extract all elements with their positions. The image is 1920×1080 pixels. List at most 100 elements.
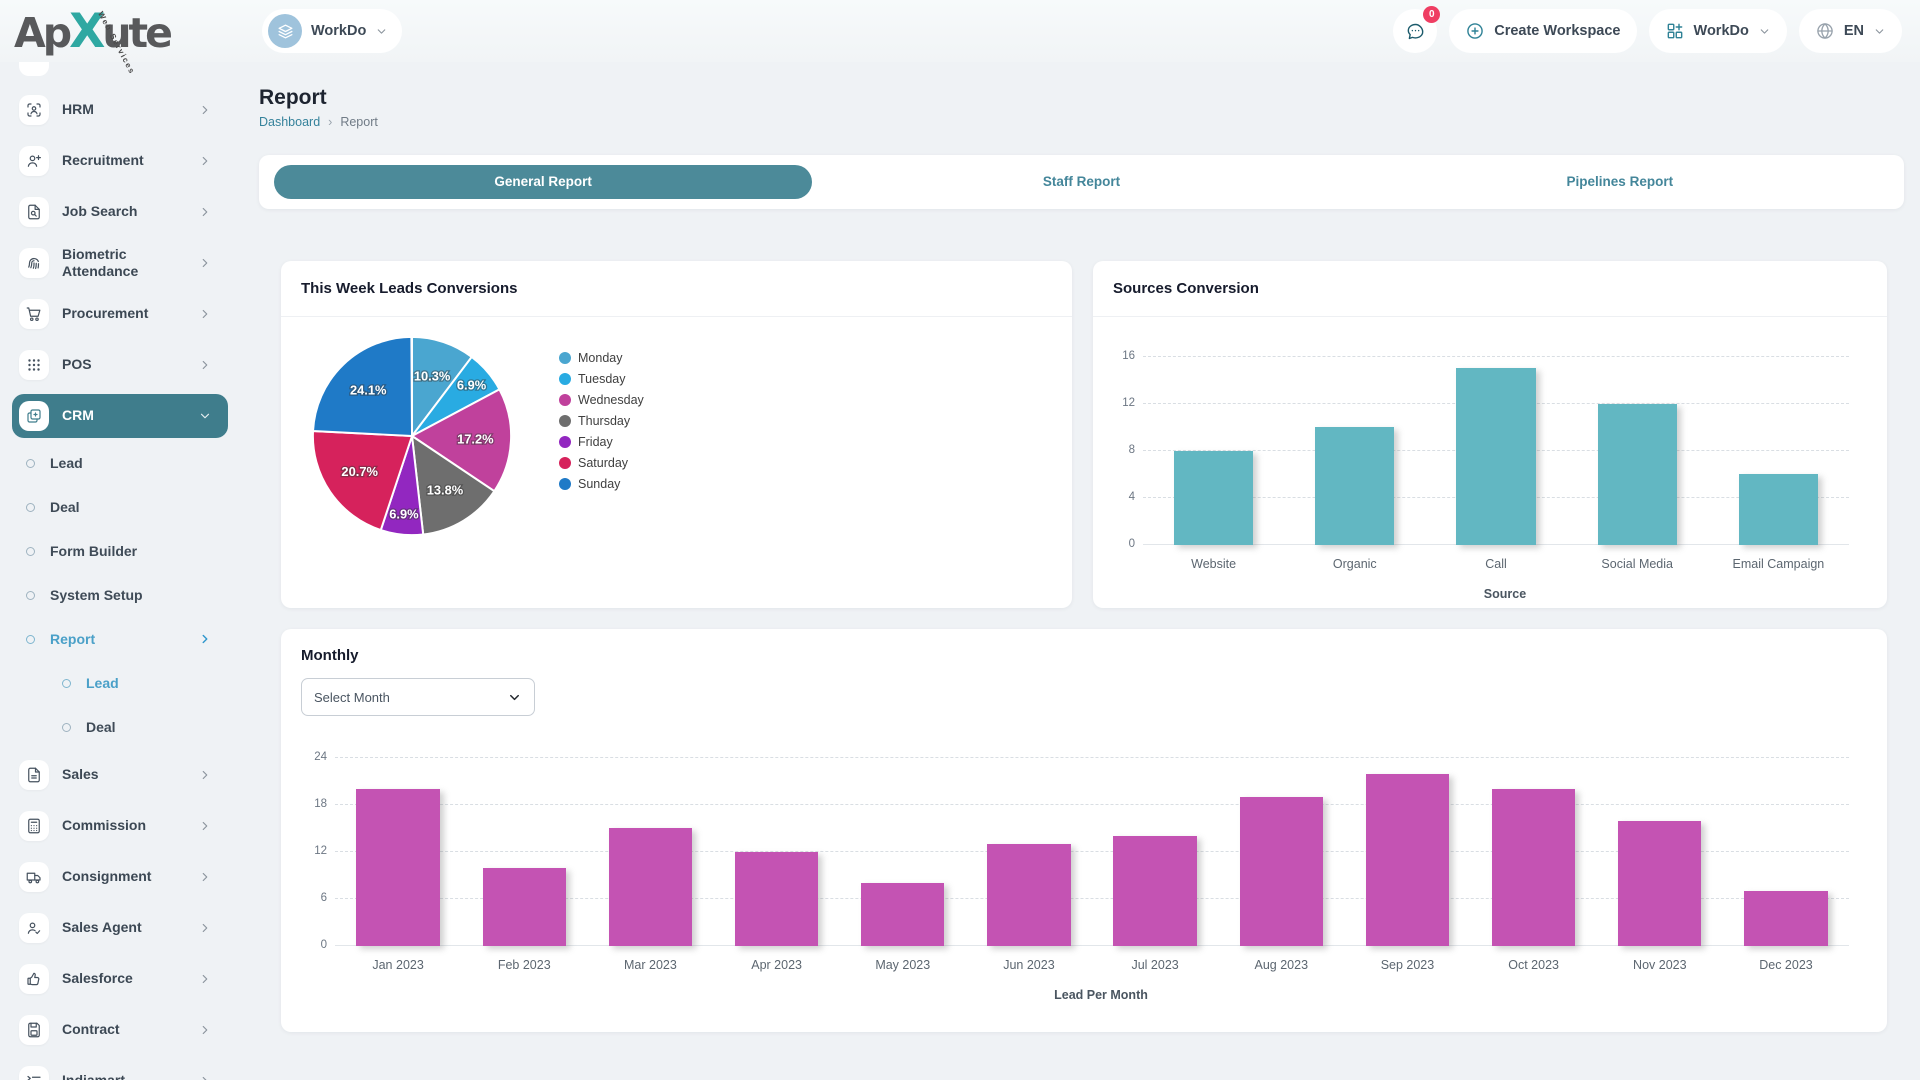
app-logo[interactable]: ApXute Web Services [14,6,173,76]
bullet-icon [62,722,71,732]
sidebar-item-salesforce[interactable]: Salesforce [12,957,228,1001]
bar [1174,450,1254,545]
globe-icon [1815,21,1835,41]
tab-general-report[interactable]: General Report [274,165,813,199]
commission-icon [19,811,49,841]
card-title: This Week Leads Conversions [281,261,1072,317]
job-search-icon [19,197,49,227]
sidebar-item-pos[interactable]: POS [12,343,228,387]
top-header: ApXute Web Services WorkDo 0 Create Work… [0,0,1920,76]
monthly-card: Monthly Select Month 0 6 12 18 24 Jan 2023 Feb… [281,629,1887,1032]
x-tick-label: Call [1485,557,1507,571]
legend-item: Thursday [559,414,644,428]
bar [987,844,1071,946]
sales-icon [19,760,49,790]
sidebar-item-hrm[interactable]: HRM [12,88,228,132]
language-selector[interactable]: EN [1798,9,1902,53]
svg-text:13.8%: 13.8% [427,483,464,498]
sources-bar-chart: 0 4 8 12 16 Website Organic Call Social Media Ema… [1109,333,1867,601]
plus-circle-icon [1465,21,1485,41]
workspace-switcher[interactable]: WorkDo [262,9,403,53]
sidebar-item-procurement[interactable]: Procurement [12,292,228,336]
monthly-bar-chart: 0 6 12 18 24 Jan 2023 Feb 2023 Mar 2023 Apr 2023… [301,750,1867,1002]
workdo-menu-button[interactable]: WorkDo [1648,9,1787,53]
chevron-right-icon [198,205,212,219]
breadcrumb: Dashboard › Report [259,115,1904,129]
x-tick-label: Email Campaign [1732,557,1825,571]
sidebar-item-contract[interactable]: Contract [12,1008,228,1052]
svg-text:24.1%: 24.1% [350,383,387,398]
bar [734,851,819,946]
pos-icon [19,350,49,380]
bar [1113,836,1197,946]
legend-dot-icon [559,436,571,448]
legend-dot-icon [559,352,571,364]
chevron-down-icon [375,25,388,38]
sidebar-item-biometric-attendance[interactable]: Biometric Attendance [12,241,228,285]
chevron-right-icon [198,256,212,270]
bar [482,867,566,946]
sidebar-item-sales-agent[interactable]: Sales Agent [12,906,228,950]
report-tabs: General Report Staff Report Pipelines Re… [259,155,1904,209]
bullet-icon [26,502,35,512]
sidebar-subitem-crm-lead[interactable]: Lead [10,445,228,481]
sidebar-subitem-crm-system-setup[interactable]: System Setup [10,577,228,613]
chevron-right-icon [198,768,212,782]
tab-staff-report[interactable]: Staff Report [812,165,1350,199]
header-actions: 0 Create Workspace WorkDo EN [1393,6,1902,53]
x-tick-label: Apr 2023 [751,958,802,972]
app-window: ApXute Web Services WorkDo 0 Create Work… [0,0,1920,1080]
indiamart-icon [19,1066,49,1080]
breadcrumb-dashboard-link[interactable]: Dashboard [259,115,320,129]
sidebar-subitem-crm-report[interactable]: Report [10,621,228,657]
legend-dot-icon [559,394,571,406]
procurement-icon [19,299,49,329]
chevron-right-icon [198,358,212,372]
svg-text:17.2%: 17.2% [457,432,494,447]
sidebar-item-job-search[interactable]: Job Search [12,190,228,234]
bar [1738,474,1818,545]
x-tick-label: Dec 2023 [1759,958,1813,972]
bar [356,789,440,946]
bullet-icon [26,458,35,468]
legend-dot-icon [559,415,571,427]
create-workspace-button[interactable]: Create Workspace [1449,9,1637,53]
chevron-right-icon [198,1023,212,1037]
sidebar-item-indiamart[interactable]: Indiamart [12,1059,228,1080]
sidebar-subitem-report-deal[interactable]: Deal [10,709,228,745]
sidebar-subitem-crm-deal[interactable]: Deal [10,489,228,525]
chevron-right-icon [198,921,212,935]
tab-pipelines-report[interactable]: Pipelines Report [1351,165,1889,199]
svg-text:20.7%: 20.7% [341,464,378,479]
sidebar-item-sales[interactable]: Sales [12,753,228,797]
sidebar-item-recruitment[interactable]: Recruitment [12,139,228,183]
sidebar-subitem-crm-form-builder[interactable]: Form Builder [10,533,228,569]
bullet-icon [26,546,35,556]
bar [1456,368,1536,545]
bar [1239,797,1323,946]
logo-prefix: Ap [14,9,72,57]
sidebar-subitem-report-lead[interactable]: Lead [10,665,228,701]
breadcrumb-current: Report [340,115,378,129]
x-tick-label: Oct 2023 [1508,958,1559,972]
x-tick-label: Social Media [1601,557,1673,571]
sidebar-item-consignment[interactable]: Consignment [12,855,228,899]
legend-item: Friday [559,435,644,449]
x-tick-label: Organic [1332,557,1377,571]
messages-button[interactable]: 0 [1393,6,1441,53]
bar [1492,789,1576,946]
month-select[interactable]: Select Month [301,678,535,716]
bar [861,883,945,946]
legend-item: Saturday [559,456,644,470]
bullet-icon [26,634,35,644]
workspace-avatar-icon [268,14,302,48]
pie-legend: Monday Tuesday Wednesday Thursday Friday Satu… [559,351,644,547]
grid-plus-icon [1665,21,1685,41]
svg-text:10.3%: 10.3% [414,368,451,383]
legend-item: Wednesday [559,393,644,407]
legend-dot-icon [559,478,571,490]
sidebar-item-commission[interactable]: Commission [12,804,228,848]
svg-text:6.9%: 6.9% [457,378,487,393]
legend-item: Monday [559,351,644,365]
sidebar-item-crm[interactable]: CRM [12,394,228,438]
